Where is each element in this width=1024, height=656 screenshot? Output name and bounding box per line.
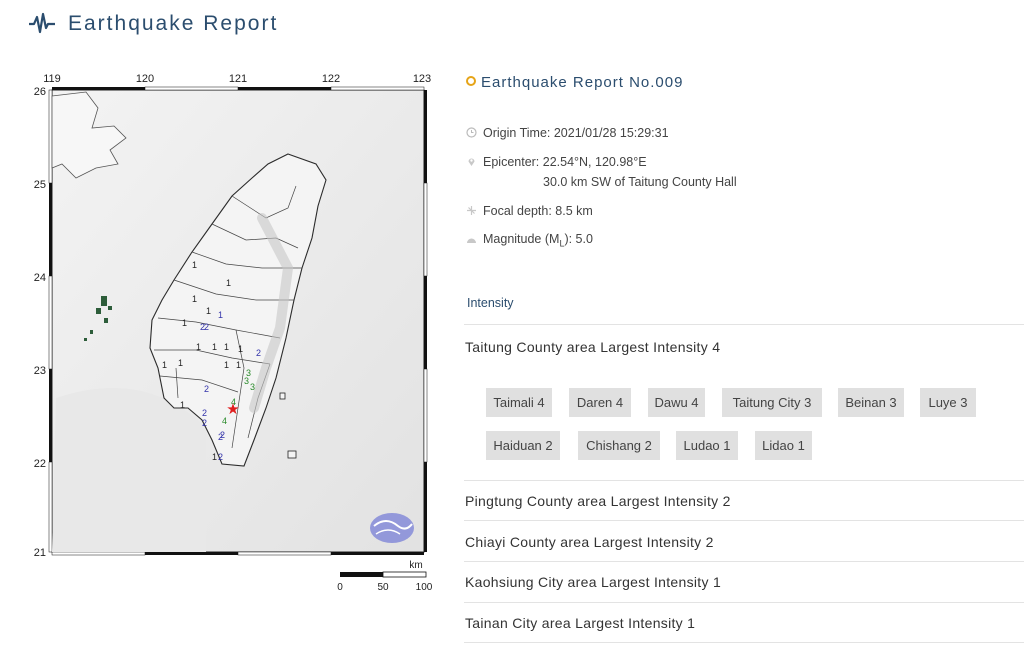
page-title: Earthquake Report (68, 12, 279, 35)
intensity-mark: 2 (202, 418, 207, 428)
divider (464, 561, 1024, 562)
focal-depth-row: Focal depth: 8.5 km (466, 204, 593, 218)
station-chip: Luye 3 (920, 388, 976, 417)
intensity-mark: 1 (226, 278, 231, 288)
intensity-mark: 1 (180, 400, 185, 410)
divider (464, 480, 1024, 481)
intensity-mark: 1 (192, 294, 197, 304)
lon-label: 121 (229, 73, 247, 85)
intensity-mark: 2 (204, 322, 209, 332)
location-pin-icon (468, 158, 475, 166)
divider (464, 642, 1024, 643)
divider (464, 520, 1024, 521)
scale-label: 100 (416, 582, 433, 593)
scale-label: 0 (337, 582, 343, 593)
intensity-mark: 1 (218, 310, 223, 320)
clock-icon (466, 127, 477, 138)
lat-label: 23 (34, 365, 46, 377)
epicenter: Epicenter: 22.54°N, 120.98°E (483, 155, 647, 169)
lat-label: 21 (34, 547, 46, 559)
earthquake-intensity-map[interactable]: 11112111 1 1211 12333212424221211 ★ 119 120… (26, 68, 436, 598)
magnitude-value: ): 5.0 (564, 232, 593, 246)
intensity-section-label: Intensity (467, 296, 514, 310)
magnitude-icon (467, 238, 476, 243)
intensity-mark: 2 (256, 348, 261, 358)
scale-label: 50 (377, 582, 389, 593)
report-title-text: Earthquake Report No.009 (481, 74, 684, 91)
page-header: Earthquake Report (0, 0, 1024, 50)
intensity-mark: 1 (182, 318, 187, 328)
lat-label: 24 (34, 272, 46, 284)
intensity-mark: 1 (196, 342, 201, 352)
station-chip: Haiduan 2 (486, 431, 560, 460)
seismograph-icon (29, 12, 55, 34)
intensity-mark: 1 (162, 360, 167, 370)
intensity-mark: 2 (218, 452, 223, 462)
county-row-kaohsiung[interactable]: Kaohsiung City area Largest Intensity 1 (465, 574, 721, 590)
scale-bar: km 0 50 100 (337, 560, 433, 593)
intensity-mark: 2 (202, 408, 207, 418)
focal-depth: Focal depth: 8.5 km (483, 204, 593, 218)
county-row-taitung[interactable]: Taitung County area Largest Intensity 4 (465, 339, 720, 355)
county-row-chiayi[interactable]: Chiayi County area Largest Intensity 2 (465, 534, 714, 550)
county-row-pingtung[interactable]: Pingtung County area Largest Intensity 2 (465, 493, 731, 509)
origin-time: Origin Time: 2021/01/28 15:29:31 (483, 126, 669, 140)
magnitude-prefix: Magnitude (M (483, 232, 560, 246)
origin-time-row: Origin Time: 2021/01/28 15:29:31 (466, 126, 669, 140)
intensity-mark: 1 (212, 342, 217, 352)
lon-label: 123 (413, 73, 431, 85)
station-chip: Daren 4 (569, 388, 631, 417)
epicenter-relative: 30.0 km SW of Taitung County Hall (543, 175, 737, 189)
station-chip: Taitung City 3 (722, 388, 822, 417)
station-chip: Chishang 2 (578, 431, 660, 460)
intensity-mark: 3 (244, 376, 249, 386)
intensity-mark: 1 (206, 306, 211, 316)
lat-label: 22 (34, 458, 46, 470)
station-chip: Ludao 1 (676, 431, 738, 460)
lat-label: 26 (34, 86, 46, 98)
station-chip: Beinan 3 (838, 388, 904, 417)
intensity-mark: 1 (224, 360, 229, 370)
epicenter-star-icon: ★ (226, 401, 239, 418)
station-chip: Taimali 4 (486, 388, 552, 417)
lanyu-island (287, 450, 297, 459)
county-row-tainan[interactable]: Tainan City area Largest Intensity 1 (465, 615, 695, 631)
intensity-mark: 1 (212, 452, 217, 462)
lon-label: 120 (136, 73, 154, 85)
station-chip: Dawu 4 (648, 388, 705, 417)
intensity-mark: 1 (192, 260, 197, 270)
station-chip: Lidao 1 (755, 431, 812, 460)
intensity-mark: 1 (224, 342, 229, 352)
lon-label: 119 (43, 73, 61, 85)
intensity-mark: 2 (204, 384, 209, 394)
depth-icon (467, 206, 476, 215)
report-title: Earthquake Report No.009 (466, 74, 683, 91)
lon-label: 122 (322, 73, 340, 85)
scale-unit: km (409, 560, 422, 571)
magnitude-row: Magnitude (ML): 5.0 (466, 232, 593, 249)
divider (464, 324, 1024, 325)
intensity-mark: 1 (236, 360, 241, 370)
intensity-mark: 1 (178, 358, 183, 368)
intensity-mark: 2 (220, 430, 225, 440)
divider (464, 602, 1024, 603)
intensity-mark: 1 (238, 344, 243, 354)
ludao-island (279, 392, 286, 400)
lat-label: 25 (34, 179, 46, 191)
epicenter-row: Epicenter: 22.54°N, 120.98°E (466, 155, 647, 169)
intensity-mark: 3 (250, 382, 255, 392)
report-bullet-icon (466, 76, 476, 86)
